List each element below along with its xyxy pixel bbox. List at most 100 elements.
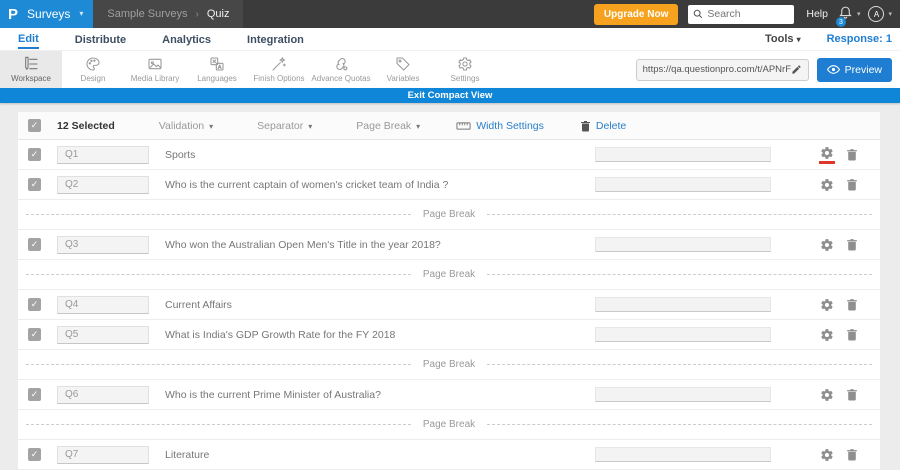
- row-checkbox[interactable]: ✓: [28, 448, 41, 461]
- gear-icon[interactable]: [819, 178, 835, 192]
- row-checkbox[interactable]: ✓: [28, 298, 41, 311]
- breadcrumb-root[interactable]: Sample Surveys: [107, 8, 187, 20]
- gear-icon[interactable]: [819, 238, 835, 252]
- trash-icon[interactable]: [846, 178, 858, 191]
- check-icon: ✓: [30, 239, 39, 249]
- question-code-input[interactable]: [57, 235, 149, 254]
- width-settings-button[interactable]: Width Settings: [456, 120, 544, 132]
- tab-distribute[interactable]: Distribute: [75, 31, 126, 48]
- row-checkbox[interactable]: ✓: [28, 328, 41, 341]
- toolbar-item-languages[interactable]: Languages: [186, 51, 248, 88]
- search-box[interactable]: [688, 4, 795, 24]
- breadcrumb: Sample Surveys › Quiz: [93, 0, 244, 28]
- notifications-button[interactable]: 3: [835, 4, 853, 27]
- notification-badge: 3: [835, 17, 846, 27]
- chevron-down-icon: ▾: [796, 35, 801, 44]
- gear-icon[interactable]: [819, 298, 835, 312]
- chevron-down-icon: ▾: [79, 9, 84, 18]
- answer-input[interactable]: [595, 387, 771, 402]
- trash-icon[interactable]: [846, 238, 858, 251]
- question-code-input[interactable]: [57, 145, 149, 164]
- account-caret-icon[interactable]: ▾: [888, 10, 892, 18]
- breadcrumb-separator: ›: [195, 8, 199, 20]
- question-row: ✓ Current Affairs: [18, 290, 880, 320]
- question-code-input[interactable]: [57, 295, 149, 314]
- answer-input[interactable]: [595, 177, 771, 192]
- toolbar-item-variables[interactable]: Variables: [372, 51, 434, 88]
- trash-icon[interactable]: [846, 388, 858, 401]
- languages-icon: [210, 57, 224, 71]
- avatar[interactable]: A: [868, 6, 885, 22]
- question-code-input[interactable]: [57, 445, 149, 464]
- tab-analytics[interactable]: Analytics: [162, 31, 211, 48]
- chevron-down-icon: ▾: [416, 121, 421, 131]
- question-text: Who won the Australian Open Men's Title …: [165, 238, 441, 251]
- design-icon: [86, 57, 100, 71]
- answer-input[interactable]: [595, 147, 771, 162]
- select-all-checkbox[interactable]: ✓: [28, 119, 41, 132]
- delete-button[interactable]: Delete: [580, 120, 626, 132]
- page-break-dashed-line: [26, 274, 411, 275]
- trash-icon[interactable]: [846, 148, 858, 161]
- question-row: ✓ What is India's GDP Growth Rate for th…: [18, 320, 880, 350]
- question-text: Who is the current captain of women's cr…: [165, 178, 449, 191]
- tools-dropdown[interactable]: Tools ▾: [765, 33, 801, 45]
- validation-dropdown[interactable]: Validation ▾: [159, 120, 213, 132]
- question-code-input[interactable]: [57, 325, 149, 344]
- edit-url-button[interactable]: [791, 64, 802, 75]
- notifications-caret-icon[interactable]: ▾: [857, 10, 861, 18]
- row-checkbox[interactable]: ✓: [28, 388, 41, 401]
- toolbar-item-workspace[interactable]: Workspace: [0, 51, 62, 88]
- preview-button[interactable]: Preview: [816, 57, 892, 82]
- question-text: Sports: [165, 148, 196, 161]
- tab-integration[interactable]: Integration: [247, 31, 304, 48]
- row-checkbox[interactable]: ✓: [28, 238, 41, 251]
- toolbar-item-design[interactable]: Design: [62, 51, 124, 88]
- question-text: Who is the current Prime Minister of Aus…: [165, 388, 381, 401]
- question-row: ✓ Who won the Australian Open Men's Titl…: [18, 230, 880, 260]
- search-input[interactable]: [707, 8, 788, 20]
- answer-input[interactable]: [595, 447, 771, 462]
- page-break-dashed-line: [26, 424, 411, 425]
- question-text: Current Affairs: [165, 298, 232, 311]
- answer-input[interactable]: [595, 327, 771, 342]
- gear-icon[interactable]: [819, 146, 835, 164]
- ruler-icon: [456, 121, 471, 130]
- check-icon: ✓: [30, 299, 39, 309]
- page-break-dashed-line: [487, 364, 873, 365]
- question-row: ✓ Literature: [18, 440, 880, 470]
- toolbar-item-finish-options[interactable]: Finish Options: [248, 51, 310, 88]
- separator-dropdown[interactable]: Separator ▾: [257, 120, 312, 132]
- toolbar-item-advance-quotas[interactable]: Advance Quotas: [310, 51, 372, 88]
- exit-compact-view-button[interactable]: Exit Compact View: [0, 88, 900, 103]
- question-code-input[interactable]: [57, 385, 149, 404]
- tab-edit[interactable]: Edit: [18, 30, 39, 49]
- response-count-link[interactable]: Response: 1: [827, 33, 892, 45]
- check-icon: ✓: [30, 329, 39, 339]
- answer-input[interactable]: [595, 297, 771, 312]
- question-row: ✓ Who is the current captain of women's …: [18, 170, 880, 200]
- app-menu[interactable]: P Surveys ▾: [0, 0, 94, 28]
- trash-icon[interactable]: [846, 298, 858, 311]
- trash-icon[interactable]: [846, 448, 858, 461]
- chevron-down-icon: ▾: [209, 121, 214, 131]
- row-checkbox[interactable]: ✓: [28, 148, 41, 161]
- help-link[interactable]: Help: [806, 8, 828, 20]
- trash-icon[interactable]: [846, 328, 858, 341]
- page-break-dropdown[interactable]: Page Break ▾: [356, 120, 420, 132]
- question-code-input[interactable]: [57, 175, 149, 194]
- gear-icon[interactable]: [819, 388, 835, 402]
- gear-icon[interactable]: [819, 328, 835, 342]
- eye-icon: [826, 65, 840, 74]
- page-break-row: Page Break: [18, 350, 880, 380]
- toolbar-item-settings[interactable]: Settings: [434, 51, 496, 88]
- answer-input[interactable]: [595, 237, 771, 252]
- gear-icon[interactable]: [819, 448, 835, 462]
- toolbar-item-media-library[interactable]: Media Library: [124, 51, 186, 88]
- page-break-label: Page Break: [422, 359, 476, 370]
- trash-icon: [580, 120, 590, 131]
- row-checkbox[interactable]: ✓: [28, 178, 41, 191]
- page-break-dashed-line: [26, 364, 411, 365]
- survey-url-input[interactable]: [642, 64, 791, 75]
- upgrade-now-button[interactable]: Upgrade Now: [593, 3, 679, 25]
